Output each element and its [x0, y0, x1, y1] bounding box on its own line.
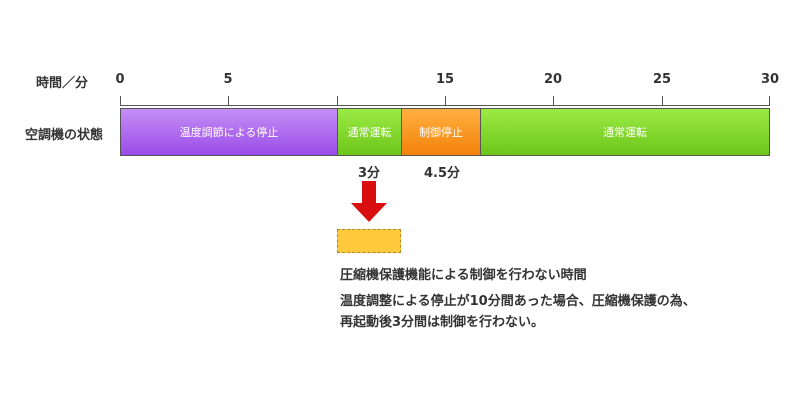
tick-mark-0: [120, 96, 121, 106]
tick-label-25: 25: [652, 72, 672, 87]
tick-label-20: 20: [543, 72, 563, 87]
segment-normal-operation-2: 通常運転: [480, 108, 770, 156]
axis-label: 時間／分: [36, 76, 89, 91]
segment-label: 温度調節による停止: [179, 126, 279, 139]
row-label: 空調機の状態: [25, 128, 104, 143]
tick-mark-30: [769, 96, 770, 106]
legend-title: 圧縮機保護機能による制御を行わない時間: [340, 268, 587, 283]
segment-control-stop: 制御停止: [401, 108, 481, 156]
tick-mark-10: [337, 96, 338, 106]
tick-mark-20: [553, 96, 554, 106]
down-arrow-icon: [362, 181, 376, 203]
segment-normal-operation-1: 通常運転: [337, 108, 402, 156]
tick-label-5: 5: [223, 72, 233, 87]
tick-mark-25: [662, 96, 663, 106]
legend-swatch: [337, 229, 401, 253]
segment-label: 制御停止: [419, 126, 463, 139]
duration-4-5min: 4.5分: [423, 166, 461, 181]
segment-temperature-stop: 温度調節による停止: [120, 108, 338, 156]
tick-mark-5: [228, 96, 229, 106]
tick-label-0: 0: [115, 72, 125, 87]
segment-label: 通常運転: [347, 126, 392, 139]
tick-label-15: 15: [435, 72, 455, 87]
segment-label: 通常運転: [603, 126, 647, 139]
tick-mark-15: [445, 96, 446, 106]
down-arrow-head-icon: [351, 203, 387, 222]
legend-description-line1: 温度調整による停止が10分間あった場合、圧縮機保護の為、: [340, 294, 696, 309]
duration-3min: 3分: [357, 166, 381, 181]
tick-label-30: 30: [760, 72, 780, 87]
legend-description-line2: 再起動後3分間は制御を行わない。: [340, 315, 545, 330]
